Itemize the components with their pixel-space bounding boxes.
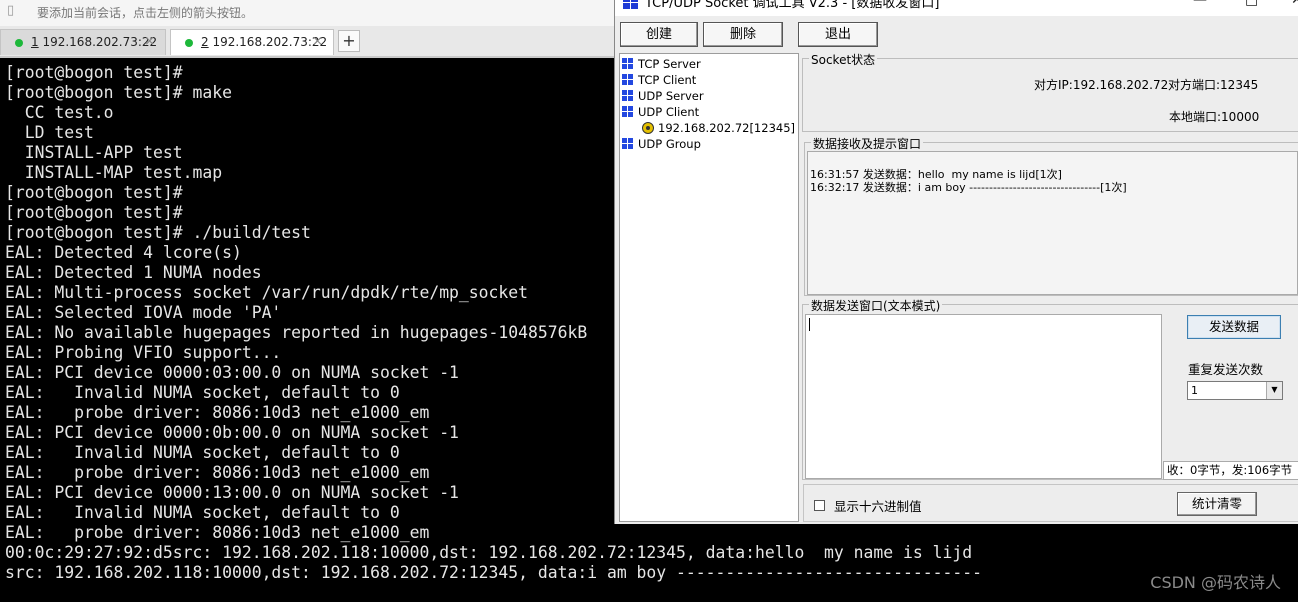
- send-legend: 数据发送窗口(文本模式): [809, 297, 943, 314]
- terminal-line: src: 192.168.202.118:10000,dst: 192.168.…: [5, 563, 982, 582]
- receive-group: 数据接收及提示窗口 16:31:57 发送数据：hello my name is…: [804, 135, 1298, 296]
- tab-label: 192.168.202.73:22: [208, 35, 328, 49]
- remote-port: 对方端口:12345: [1168, 78, 1259, 92]
- connected-status-icon: [15, 39, 23, 47]
- terminal-line: 00:0c:29:27:92:d5src: 192.168.202.118:10…: [5, 543, 973, 562]
- byte-stats: 收：0字节，发:106字节: [1163, 461, 1298, 480]
- tab-label: 192.168.202.73:22: [38, 35, 158, 49]
- socket-tool-window: TCP/UDP Socket 调试工具 V2.3 - [数据收发窗口] — □ …: [614, 0, 1298, 524]
- remote-ip: 对方IP:192.168.202.72: [1034, 78, 1169, 92]
- send-data-button[interactable]: 发送数据: [1187, 315, 1281, 339]
- connected-status-icon: [185, 39, 193, 47]
- close-tab-icon[interactable]: ×: [312, 34, 323, 49]
- maximize-icon[interactable]: □: [1245, 0, 1258, 8]
- delete-button[interactable]: 删除: [703, 22, 783, 47]
- window-titlebar: TCP/UDP Socket 调试工具 V2.3 - [数据收发窗口] — □ …: [615, 0, 1298, 16]
- connection-tree: TCP Server TCP Client UDP Server UDP Cli…: [619, 53, 799, 522]
- chevron-down-icon[interactable]: ▼: [1266, 382, 1282, 399]
- session-tab-2[interactable]: 2 192.168.202.73:22 ×: [170, 29, 334, 55]
- close-window-icon[interactable]: ✕: [1291, 0, 1298, 8]
- hex-display-checkbox[interactable]: [814, 500, 825, 511]
- minimize-icon[interactable]: —: [1193, 0, 1207, 8]
- session-tab-1[interactable]: 1 192.168.202.73:22 ×: [0, 29, 166, 55]
- watermark: CSDN @码农诗人: [1150, 573, 1281, 592]
- tab-number: 1: [31, 35, 39, 49]
- network-icon: [622, 90, 634, 102]
- network-icon: [622, 58, 634, 70]
- document-icon: ▯: [7, 3, 15, 18]
- receive-textarea[interactable]: 16:31:57 发送数据：hello my name is lijd[1次] …: [807, 151, 1298, 295]
- hint-text: 要添加当前会话，点击左侧的箭头按钮。: [37, 6, 254, 20]
- terminal-line: EAL: probe driver: 8086:10d3 net_e1000_e…: [5, 523, 430, 542]
- create-button[interactable]: 创建: [620, 22, 698, 47]
- socket-status-legend: Socket状态: [809, 51, 878, 68]
- local-port: 本地端口:10000: [1169, 110, 1260, 124]
- tab-number: 2: [201, 35, 209, 49]
- send-textarea[interactable]: [805, 314, 1162, 479]
- exit-button[interactable]: 退出: [798, 22, 878, 47]
- repeat-count-value: 1: [1191, 384, 1198, 397]
- text-caret: [809, 318, 810, 331]
- repeat-count-label: 重复发送次数: [1188, 362, 1264, 377]
- receive-legend: 数据接收及提示窗口: [811, 135, 924, 152]
- network-icon: [622, 138, 634, 150]
- new-tab-button[interactable]: +: [338, 30, 360, 52]
- app-icon: [623, 0, 639, 10]
- window-title: TCP/UDP Socket 调试工具 V2.3 - [数据收发窗口]: [645, 0, 940, 11]
- socket-status-group: Socket状态 对方IP:192.168.202.72 对方端口:12345 …: [802, 51, 1298, 132]
- hint-bar: ▯ 要添加当前会话，点击左侧的箭头按钮。: [0, 0, 616, 27]
- options-bar: 显示十六进制值 统计清零: [803, 484, 1298, 522]
- close-tab-icon[interactable]: ×: [144, 34, 155, 49]
- clear-stats-button[interactable]: 统计清零: [1177, 492, 1257, 516]
- connection-target-icon: [642, 122, 654, 134]
- hex-display-label: 显示十六进制值: [834, 499, 922, 514]
- network-icon: [622, 74, 634, 86]
- repeat-count-select[interactable]: 1 ▼: [1187, 381, 1283, 400]
- network-icon: [622, 106, 634, 118]
- session-tab-bar: 1 192.168.202.73:22 × 2 192.168.202.73:2…: [0, 26, 616, 58]
- receive-message: 16:32:17 发送数据：i am boy -----------------…: [810, 181, 1127, 194]
- receive-message: 16:31:57 发送数据：hello my name is lijd[1次]: [810, 168, 1062, 181]
